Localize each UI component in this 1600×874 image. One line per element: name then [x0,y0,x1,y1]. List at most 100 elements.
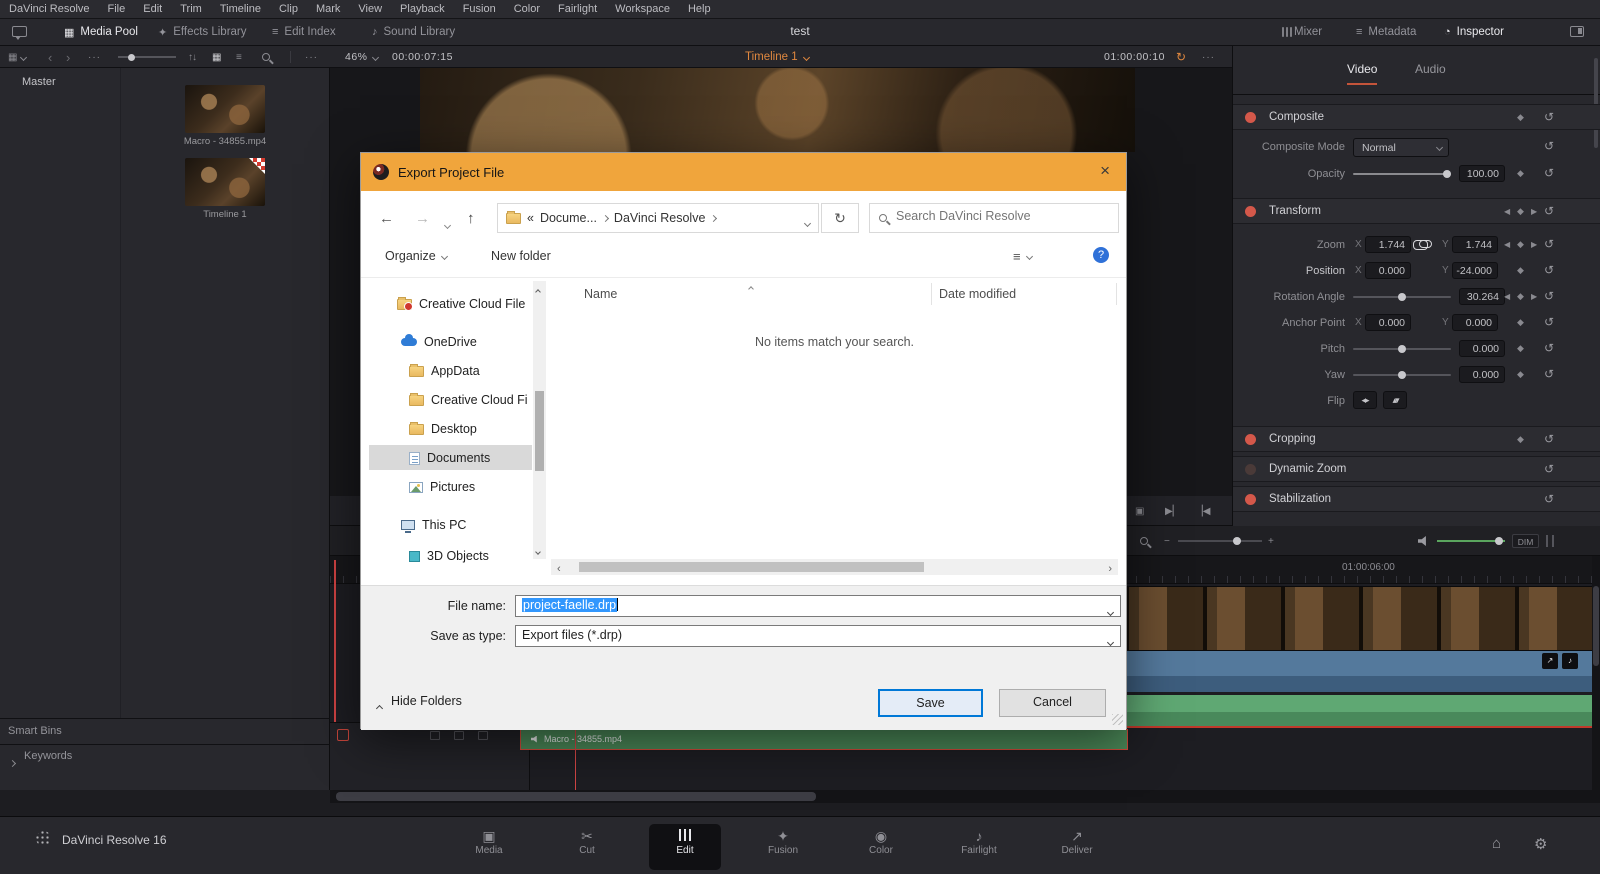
link-xy-icon[interactable] [1413,239,1432,250]
track-solo-icon[interactable] [478,731,488,740]
rotation-value[interactable]: 30.264 [1459,288,1505,305]
menu-item-playback[interactable]: Playback [391,0,454,19]
reset-icon[interactable] [1544,462,1554,476]
help-icon[interactable] [1093,247,1109,263]
breadcrumb-davinci-resolve[interactable]: DaVinci Resolve [614,211,705,225]
reset-icon[interactable] [1544,110,1554,124]
keywords-expand-icon[interactable] [8,753,17,771]
menu-item-color[interactable]: Color [505,0,549,19]
list-hscrollbar[interactable] [551,559,1118,575]
forward-nav-icon[interactable] [66,46,70,68]
viewer-more-icon[interactable] [1202,46,1215,68]
more-options-icon[interactable] [305,46,318,68]
recent-locations-icon[interactable] [443,215,452,232]
file-name-input[interactable]: project-faelle.drp [515,595,1121,617]
effects-library-button[interactable]: Effects Library [158,19,246,45]
thumbnail-view-button[interactable] [8,46,28,68]
panel-layout-icon[interactable] [1570,26,1584,37]
video-clip-blue[interactable] [1127,650,1600,676]
opacity-slider[interactable] [1353,170,1451,178]
loop-icon[interactable] [1176,46,1186,68]
page-tab-fusion[interactable]: Fusion [747,824,819,870]
menu-item-clip[interactable]: Clip [270,0,307,19]
view-mode-button[interactable] [1013,249,1033,264]
zoom-out-icon[interactable] [1164,526,1170,556]
dynamic-zoom-section-header[interactable]: Dynamic Zoom [1233,456,1600,482]
flip-horizontal-button[interactable] [1353,391,1377,409]
chat-icon[interactable] [12,26,27,40]
page-tab-deliver[interactable]: Deliver [1041,824,1113,870]
grid-view-icon[interactable] [212,46,221,68]
prev-keyframe-icon[interactable] [1504,207,1510,216]
composite-mode-select[interactable]: Normal [1353,138,1449,157]
keyframe-icon[interactable] [1517,369,1524,380]
tree-item-documents[interactable]: Documents [409,446,579,470]
reset-icon[interactable] [1544,341,1554,355]
next-keyframe-icon[interactable] [1531,240,1537,249]
save-as-type-dropdown-icon[interactable] [1106,634,1115,648]
forward-icon[interactable] [415,210,430,227]
menu-item-timeline[interactable]: Timeline [211,0,270,19]
breadcrumb[interactable]: « Docume... DaVinci Resolve [497,203,819,233]
bin-master[interactable]: Master [22,76,56,88]
zoom-x-value[interactable]: 1.744 [1365,236,1411,253]
keyframe-icon[interactable] [1517,291,1524,302]
position-y-value[interactable]: -24.000 [1452,262,1498,279]
cropping-section-header[interactable]: Cropping [1233,426,1600,452]
resize-grip[interactable] [1112,714,1123,725]
frame-view-icon[interactable] [1135,496,1144,526]
audio-level-slider[interactable] [1437,537,1505,545]
new-folder-button[interactable]: New folder [491,249,551,263]
pitch-value[interactable]: 0.000 [1459,340,1505,357]
file-name-dropdown-icon[interactable] [1106,604,1115,618]
scroll-right-icon[interactable] [1108,563,1112,575]
sort-icon[interactable] [188,46,196,68]
dim-button[interactable]: DIM [1512,534,1539,548]
breadcrumb-overflow[interactable]: « [527,211,534,225]
cancel-button[interactable]: Cancel [999,689,1106,717]
mixer-button[interactable]: Mixer [1286,19,1322,45]
menu-item-file[interactable]: File [99,0,135,19]
keyframe-icon[interactable] [1517,206,1524,217]
audio-mute-icon[interactable] [1418,526,1429,556]
search-input[interactable] [896,209,1106,223]
anchor-y-value[interactable]: 0.000 [1452,314,1498,331]
pitch-slider[interactable] [1353,345,1451,353]
yaw-slider[interactable] [1353,371,1451,379]
inspector-button[interactable]: Inspector [1444,19,1504,45]
up-icon[interactable] [467,210,475,227]
keyframe-icon[interactable] [1517,265,1524,276]
smart-bins-section[interactable]: Smart Bins [8,725,62,737]
next-keyframe-icon[interactable] [1531,207,1537,216]
clip-transition-icon[interactable] [1542,653,1558,669]
timeline-search-icon[interactable] [1140,526,1148,556]
organize-button[interactable]: Organize [385,249,448,263]
track-lock-icon[interactable] [430,731,440,740]
scroll-down-icon[interactable] [535,543,541,557]
breadcrumb-documents[interactable]: Docume... [540,211,597,225]
menu-item-workspace[interactable]: Workspace [606,0,679,19]
page-tab-fairlight[interactable]: Fairlight [943,824,1015,870]
tab-video[interactable]: Video [1347,62,1378,85]
tree-scrollbar[interactable] [533,281,546,559]
thumb-size-slider[interactable] [118,46,176,68]
record-arm-icon[interactable] [337,729,349,741]
page-tab-color[interactable]: Color [845,824,917,870]
audio-clip-green[interactable] [1127,695,1600,728]
prev-clip-icon[interactable] [1195,496,1210,526]
keyframe-icon[interactable] [1517,168,1524,179]
menu-item-fusion[interactable]: Fusion [454,0,505,19]
search-box[interactable] [869,203,1119,233]
tree-item-pictures[interactable]: Pictures [409,475,579,499]
page-tab-media[interactable]: Media [453,824,525,870]
reset-icon[interactable] [1544,289,1554,303]
cropping-toggle[interactable] [1245,434,1256,445]
keyframe-icon[interactable] [1517,317,1524,328]
list-scroll-thumb[interactable] [579,562,924,572]
media-pool-button[interactable]: Media Pool [64,19,138,45]
page-tab-cut[interactable]: Cut [551,824,623,870]
timeline-thumbnail[interactable] [185,158,265,206]
save-as-type-select[interactable]: Export files (*.drp) [515,625,1121,647]
zoom-in-icon[interactable] [1268,526,1274,556]
refresh-button[interactable] [821,203,859,233]
